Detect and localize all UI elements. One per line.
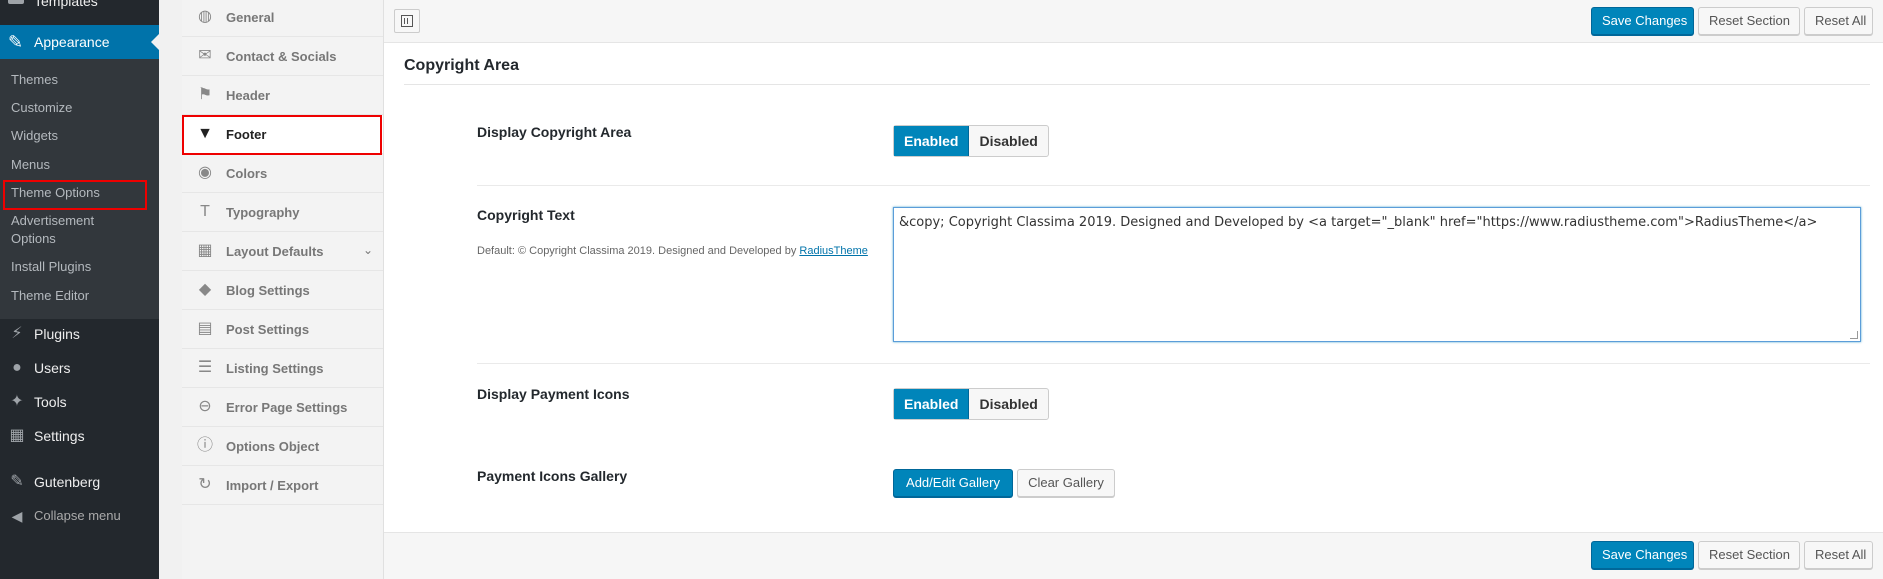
bottom-action-bar: Save Changes Reset Section Reset All — [384, 532, 1883, 579]
list-icon: ☰ — [197, 359, 213, 376]
eye-icon: ◉ — [198, 164, 212, 181]
tab-layout-defaults[interactable]: ▦ Layout Defaults ⌄ — [182, 232, 383, 271]
resize-handle[interactable] — [1850, 331, 1858, 339]
submenu-advertisement-options[interactable]: Options — [11, 230, 56, 248]
reset-all-button-bottom[interactable]: Reset All — [1804, 541, 1873, 569]
expand-options-button[interactable] — [394, 9, 420, 33]
chevron-down-icon: ⌄ — [362, 243, 373, 257]
flag-icon: ⚑ — [197, 86, 213, 103]
menu-item-users[interactable]: ● Users — [0, 352, 159, 384]
display-copyright-toggle: Enabled Disabled — [893, 125, 1049, 157]
display-payment-label: Display Payment Icons — [477, 386, 630, 402]
copyright-text-input[interactable]: &copy; Copyright Classima 2019. Designed… — [893, 207, 1861, 342]
tab-import-export[interactable]: ↻ Import / Export — [182, 466, 383, 505]
tab-colors[interactable]: ◉ Colors — [182, 154, 383, 193]
current-menu-arrow — [151, 34, 159, 50]
tab-error-page-settings[interactable]: ⊖ Error Page Settings — [182, 388, 383, 427]
document-icon: ▤ — [197, 320, 213, 337]
settings-icon: ▦ — [9, 427, 25, 444]
twitter-icon: ✉ — [198, 47, 212, 64]
wrench-icon: ✦ — [10, 393, 24, 410]
options-panel: Save Changes Reset Section Reset All Cop… — [384, 0, 1883, 579]
options-sidebar: ◍ General ✉ Contact & Socials ⚑ Header ▼… — [182, 0, 384, 579]
tab-general[interactable]: ◍ General — [182, 0, 383, 37]
tab-contact-socials[interactable]: ✉ Contact & Socials — [182, 37, 383, 76]
paintbrush-icon: ✎ — [8, 32, 24, 52]
refresh-icon: ↻ — [198, 476, 212, 493]
radiustheme-link[interactable]: RadiusTheme — [799, 245, 867, 257]
tab-options-object[interactable]: ⓘ Options Object — [182, 427, 383, 466]
add-edit-gallery-button[interactable]: Add/Edit Gallery — [893, 469, 1013, 497]
pencil-icon: ✎ — [10, 473, 24, 490]
submenu-customize[interactable]: Customize — [11, 99, 72, 117]
section-title: Copyright Area — [404, 57, 519, 74]
menu-item-gutenberg[interactable]: ✎ Gutenberg — [0, 466, 159, 498]
tab-typography[interactable]: T Typography — [182, 193, 383, 232]
grid-icon: ▦ — [197, 242, 213, 259]
menu-item-tools[interactable]: ✦ Tools — [0, 386, 159, 418]
row-divider — [477, 363, 1870, 364]
tab-header[interactable]: ⚑ Header — [182, 76, 383, 115]
copyright-text-description: Default: © Copyright Classima 2019. Desi… — [477, 245, 868, 257]
admin-sidebar: Templates ✎ Appearance Themes Customize … — [0, 0, 159, 579]
clear-gallery-button[interactable]: Clear Gallery — [1017, 469, 1115, 497]
display-payment-toggle: Enabled Disabled — [893, 388, 1049, 420]
collapse-menu-button[interactable]: ◀ Collapse menu — [0, 500, 159, 532]
menu-item-settings[interactable]: ▦ Settings — [0, 420, 159, 452]
submenu-install-plugins[interactable]: Install Plugins — [11, 258, 91, 276]
collapse-icon: ◀ — [11, 508, 23, 524]
display-copyright-label: Display Copyright Area — [477, 124, 632, 140]
display-payment-enabled[interactable]: Enabled — [894, 389, 970, 419]
display-payment-disabled[interactable]: Disabled — [969, 389, 1047, 419]
reset-section-button-bottom[interactable]: Reset Section — [1698, 541, 1800, 569]
highlight-theme-options — [3, 180, 147, 210]
plug-icon: ⚡ — [11, 325, 23, 342]
section-divider — [404, 84, 1870, 85]
menu-item-templates[interactable]: Templates — [0, 0, 159, 14]
submenu-themes[interactable]: Themes — [11, 71, 58, 89]
menu-item-plugins[interactable]: ⚡ Plugins — [0, 318, 159, 350]
menu-item-appearance-label: Appearance — [34, 34, 110, 50]
payment-gallery-label: Payment Icons Gallery — [477, 468, 628, 484]
info-icon: ⓘ — [196, 437, 213, 454]
tab-blog-settings[interactable]: ◆ Blog Settings — [182, 271, 383, 310]
display-copyright-disabled[interactable]: Disabled — [969, 126, 1047, 156]
row-divider — [477, 185, 1870, 186]
globe-icon: ◍ — [198, 8, 212, 25]
templates-icon — [8, 0, 24, 4]
user-icon: ● — [12, 359, 22, 376]
highlight-footer-tab — [182, 115, 382, 155]
submenu-advertisement[interactable]: Advertisement — [11, 212, 94, 230]
save-changes-button-bottom[interactable]: Save Changes — [1591, 541, 1694, 569]
submenu-widgets[interactable]: Widgets — [11, 127, 58, 145]
top-action-bar: Save Changes Reset Section Reset All — [384, 0, 1883, 43]
tab-listing-settings[interactable]: ☰ Listing Settings — [182, 349, 383, 388]
expand-icon — [401, 15, 413, 27]
submenu-theme-editor[interactable]: Theme Editor — [11, 287, 89, 305]
text-icon: T — [200, 203, 210, 220]
tags-icon: ◆ — [198, 281, 212, 298]
menu-item-appearance[interactable]: ✎ Appearance — [0, 25, 159, 59]
copyright-text-label: Copyright Text — [477, 207, 575, 223]
reset-all-button-top[interactable]: Reset All — [1804, 7, 1873, 35]
reset-section-button-top[interactable]: Reset Section — [1698, 7, 1800, 35]
submenu-menus[interactable]: Menus — [11, 156, 50, 174]
display-copyright-enabled[interactable]: Enabled — [894, 126, 970, 156]
tab-post-settings[interactable]: ▤ Post Settings — [182, 310, 383, 349]
save-changes-button-top[interactable]: Save Changes — [1591, 7, 1694, 35]
minus-circle-icon: ⊖ — [198, 398, 212, 415]
